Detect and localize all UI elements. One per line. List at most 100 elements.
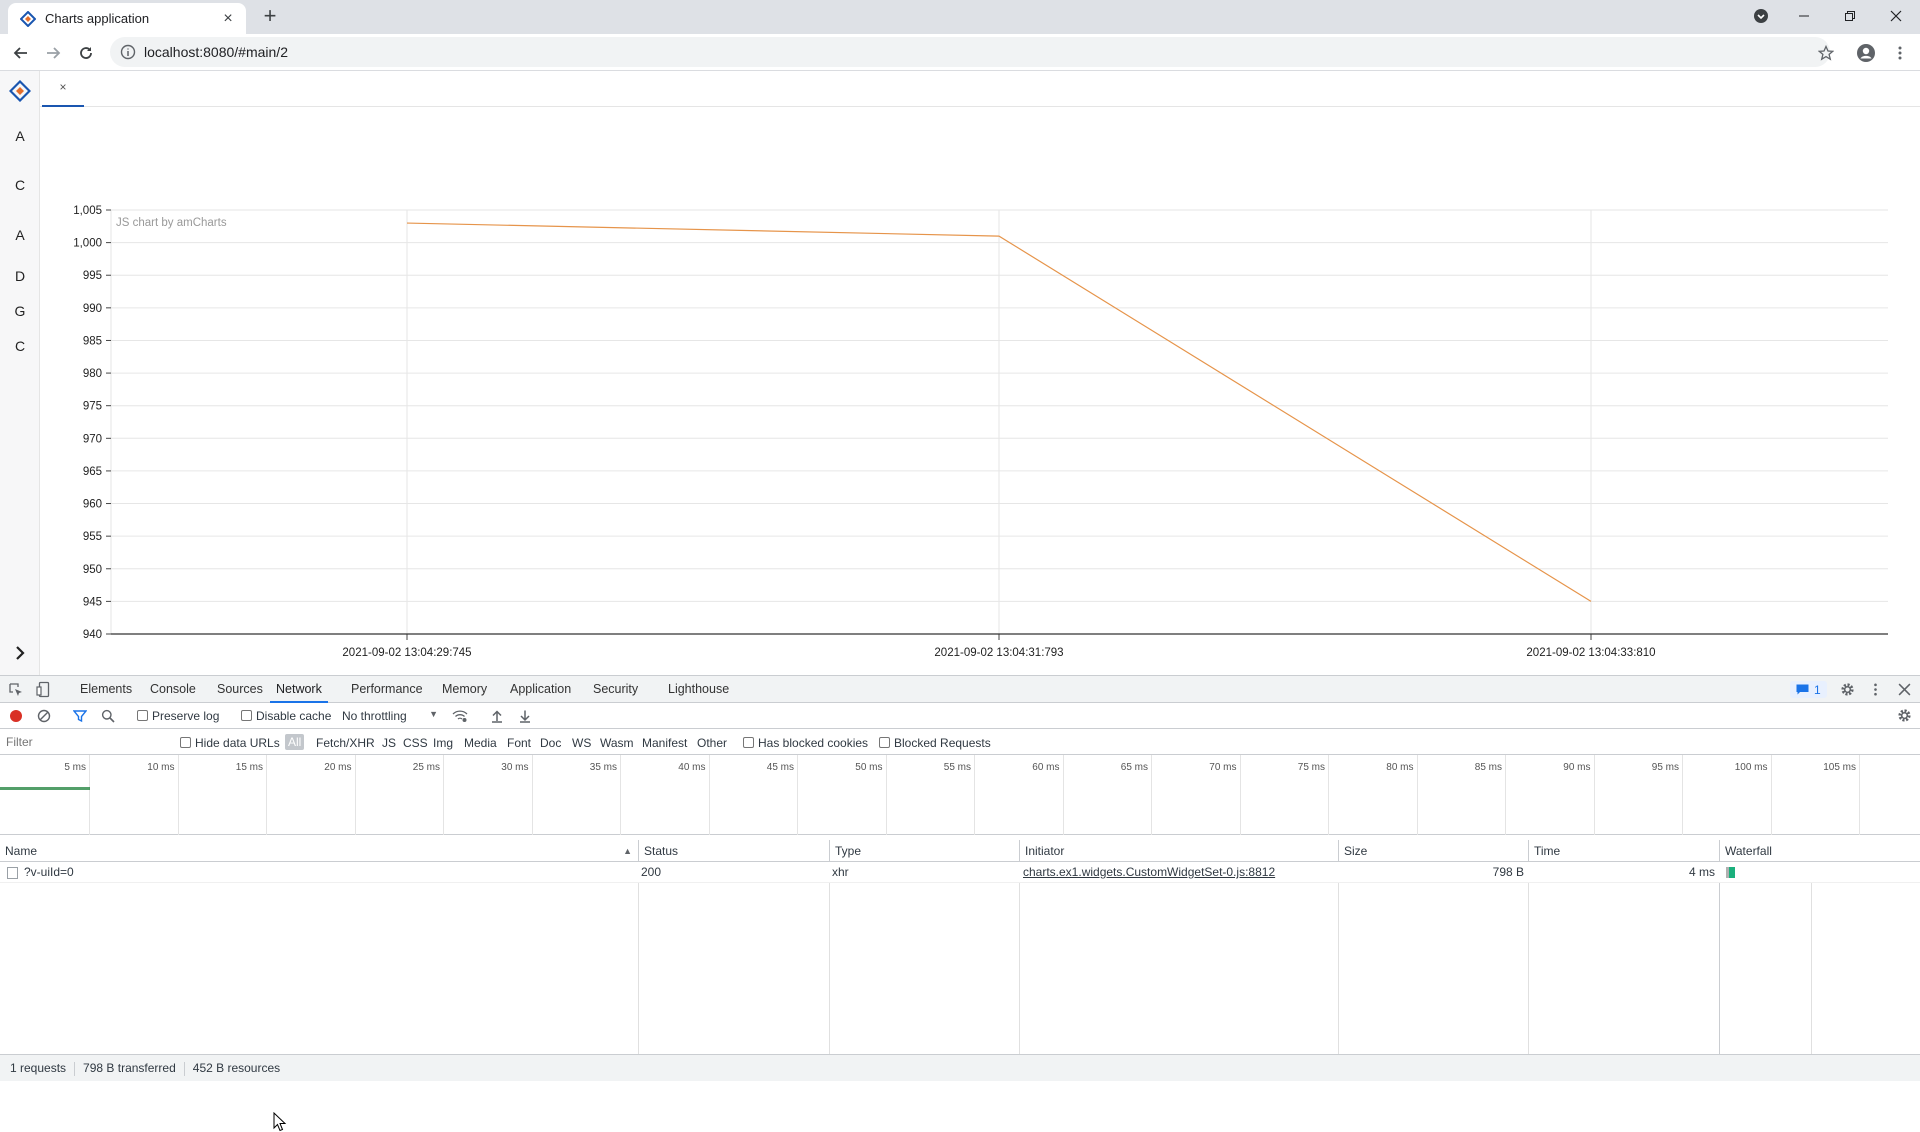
record-icon[interactable] — [9, 709, 23, 723]
sidebar-item[interactable]: G — [0, 303, 40, 319]
devtools-tab-performance[interactable]: Performance — [351, 676, 423, 703]
y-tick-label: 985 — [83, 335, 102, 347]
profile-avatar-icon[interactable] — [1852, 39, 1880, 67]
app-tab[interactable]: × — [42, 71, 84, 107]
app-logo-icon[interactable] — [9, 80, 31, 102]
throttling-select[interactable]: No throttling ▼ — [342, 709, 438, 723]
network-overview-timeline[interactable]: 5 ms 10 ms 15 ms 20 ms 25 ms 30 ms 35 ms 40 ms 4… — [0, 755, 1920, 835]
waterfall-bar[interactable] — [1729, 867, 1735, 878]
restore-window-icon[interactable] — [1827, 0, 1873, 32]
search-icon[interactable] — [101, 709, 115, 723]
sidebar-item[interactable]: C — [0, 338, 40, 354]
column-header-size[interactable]: Size — [1338, 840, 1528, 862]
filter-type-manifest[interactable]: Manifest — [642, 736, 687, 750]
network-summary-bar: 1 requests 798 B transferred 452 B resourc… — [0, 1054, 1920, 1081]
sidebar-item[interactable]: A — [0, 128, 40, 144]
devtools-tab-security[interactable]: Security — [593, 676, 638, 703]
devtools-tab-console[interactable]: Console — [150, 676, 196, 703]
timeline-tick-label: 15 ms — [235, 762, 263, 773]
site-info-icon[interactable] — [120, 44, 136, 60]
filter-type-css[interactable]: CSS — [403, 736, 428, 750]
table-row[interactable]: ?v-uiId=0 200 xhr charts.ex1.widgets.Cus… — [0, 862, 1920, 883]
filter-type-doc[interactable]: Doc — [540, 736, 561, 750]
minimize-window-icon[interactable] — [1781, 0, 1827, 32]
preserve-log-checkbox[interactable]: Preserve log — [137, 709, 219, 723]
column-header-time[interactable]: Time — [1528, 840, 1719, 862]
filter-type-other[interactable]: Other — [697, 736, 727, 750]
devtools-tab-memory[interactable]: Memory — [442, 676, 487, 703]
column-header-type[interactable]: Type — [829, 840, 1019, 862]
sidebar-item[interactable]: C — [0, 177, 40, 193]
expand-sidebar-icon[interactable] — [10, 643, 30, 663]
close-tab-icon[interactable]: × — [220, 10, 236, 27]
browser-tab[interactable]: Charts application × — [8, 3, 246, 34]
close-devtools-icon[interactable] — [1898, 683, 1911, 696]
timeline-tick — [531, 755, 533, 835]
has-blocked-cookies-checkbox[interactable]: Has blocked cookies — [743, 736, 868, 750]
timeline-tick-label: 105 ms — [1823, 762, 1856, 773]
clear-icon[interactable] — [37, 709, 51, 723]
chart-credit[interactable]: JS chart by amCharts — [116, 217, 227, 229]
app-tab-close-icon[interactable]: × — [59, 80, 66, 94]
filter-type-all[interactable]: All — [285, 734, 305, 750]
close-window-icon[interactable] — [1873, 0, 1919, 32]
network-settings-icon[interactable] — [1897, 708, 1912, 723]
app-favicon-icon — [20, 10, 36, 27]
request-initiator-link[interactable]: charts.ex1.widgets.CustomWidgetSet-0.js:… — [1023, 862, 1275, 883]
inspect-element-icon[interactable] — [8, 682, 24, 698]
devtools-tab-network[interactable]: Network — [270, 676, 328, 703]
forward-icon[interactable] — [39, 39, 67, 67]
devtools-tab-sources[interactable]: Sources — [217, 676, 263, 703]
request-size: 798 B — [1492, 865, 1524, 879]
sidebar-item[interactable]: D — [0, 268, 40, 284]
timeline-tick — [1593, 755, 1595, 835]
filter-type-js[interactable]: JS — [382, 736, 396, 750]
hide-data-urls-checkbox[interactable]: Hide data URLs — [180, 736, 280, 750]
address-bar[interactable]: localhost:8080/#main/2 — [110, 37, 1830, 67]
devtools-tab-application[interactable]: Application — [510, 676, 571, 703]
column-header-initiator[interactable]: Initiator — [1019, 840, 1338, 862]
devtools-tab-lighthouse[interactable]: Lighthouse — [668, 676, 729, 703]
network-conditions-icon[interactable] — [452, 709, 468, 723]
new-tab-button[interactable]: + — [258, 5, 282, 29]
filter-type-ws[interactable]: WS — [572, 736, 591, 750]
devtools-panel: Elements Console Sources Network Perform… — [0, 675, 1920, 1132]
network-filter-bar: Hide data URLs All Fetch/XHR JS CSS Img … — [0, 729, 1920, 755]
filter-input[interactable] — [3, 733, 166, 751]
x-tick-label: 2021-09-02 13:04:29:745 — [342, 647, 471, 659]
import-har-icon[interactable] — [490, 709, 504, 723]
devtools-tab-elements[interactable]: Elements — [80, 676, 132, 703]
column-header-waterfall[interactable]: Waterfall — [1719, 840, 1920, 862]
settings-gear-icon[interactable] — [1840, 682, 1855, 697]
column-header-status[interactable]: Status — [638, 840, 829, 862]
column-name-label: Name — [5, 844, 38, 858]
sidebar-item[interactable]: A — [0, 227, 40, 243]
filter-type-img[interactable]: Img — [433, 736, 453, 750]
filter-type-fetch-xhr[interactable]: Fetch/XHR — [316, 736, 375, 750]
device-toolbar-icon[interactable] — [36, 681, 52, 698]
line-chart: 940 945 950 955 960 965 970 975 980 985 990 995 1,00… — [73, 205, 1888, 659]
y-tick-label: 975 — [83, 401, 102, 413]
blocked-requests-checkbox[interactable]: Blocked Requests — [879, 736, 991, 750]
tab-search-icon[interactable] — [1738, 0, 1784, 32]
bookmark-star-icon[interactable] — [1812, 39, 1840, 67]
export-har-icon[interactable] — [518, 709, 532, 723]
issues-badge[interactable]: 1 — [1790, 681, 1827, 698]
back-icon[interactable] — [7, 39, 35, 67]
devtools-menu-icon[interactable] — [1868, 682, 1883, 697]
request-name[interactable]: ?v-uiId=0 — [24, 862, 74, 883]
disable-cache-checkbox[interactable]: Disable cache — [241, 709, 331, 723]
column-header-name[interactable]: Name ▲ — [0, 840, 638, 862]
sort-ascending-icon: ▲ — [623, 846, 632, 856]
reload-icon[interactable] — [72, 39, 100, 67]
browser-menu-icon[interactable] — [1886, 39, 1914, 67]
timeline-tick-label: 60 ms — [1032, 762, 1060, 773]
y-tick-label: 970 — [83, 433, 102, 445]
filter-type-media[interactable]: Media — [464, 736, 497, 750]
timeline-tick-label: 85 ms — [1474, 762, 1502, 773]
filter-type-wasm[interactable]: Wasm — [600, 736, 634, 750]
filter-type-font[interactable]: Font — [507, 736, 531, 750]
filter-icon[interactable] — [73, 709, 87, 723]
checkbox-icon — [137, 710, 148, 721]
timeline-tick — [1239, 755, 1241, 835]
